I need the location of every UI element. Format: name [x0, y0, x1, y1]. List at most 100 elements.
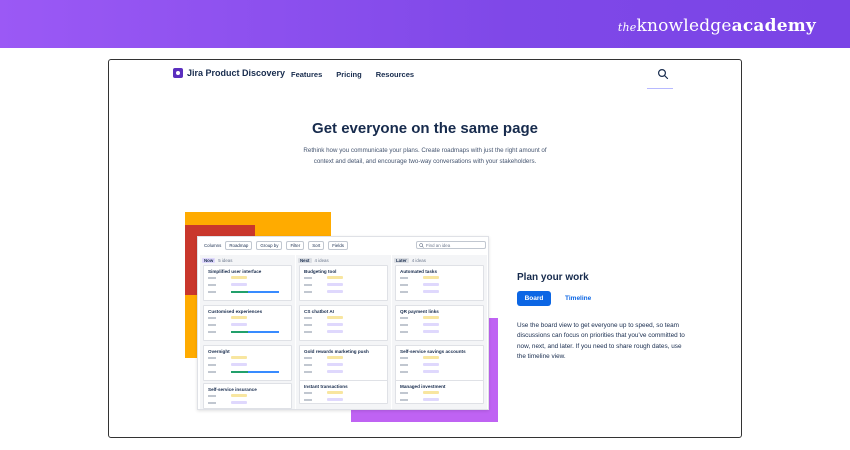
nav-link-pricing[interactable]: Pricing	[336, 70, 361, 79]
screenshot-frame: Jira Product Discovery Features Pricing …	[108, 59, 742, 438]
board-column-now: Now 5 ideas Simplified user interface Cust…	[200, 255, 295, 409]
section-description: Use the board view to get everyone up to…	[517, 322, 685, 360]
card-field-chip	[327, 290, 343, 293]
card-field-label-placeholder	[304, 277, 312, 279]
idea-card[interactable]: Gold rewards marketing push	[299, 345, 388, 381]
column-header: Next 4 ideas	[298, 257, 329, 264]
idea-card-title: Self-service insurance	[208, 387, 257, 392]
top-nav: Jira Product Discovery Features Pricing …	[109, 60, 741, 90]
idea-card[interactable]: Self-service insurance	[203, 383, 292, 409]
card-field-chip	[231, 356, 247, 359]
card-progress-bar	[231, 331, 279, 333]
card-field-chip	[327, 330, 343, 333]
idea-card[interactable]: Simplified user interface	[203, 265, 292, 301]
section-title: Plan your work	[517, 272, 589, 283]
idea-card-title: QR payment links	[400, 309, 439, 314]
card-field-label-placeholder	[208, 371, 216, 373]
jira-logo-link[interactable]: Jira Product Discovery	[173, 68, 285, 78]
idea-card[interactable]: Instant transactions	[299, 380, 388, 404]
card-field-label-placeholder	[400, 291, 408, 293]
idea-card[interactable]: Customised experiences	[203, 305, 292, 341]
card-field-label-placeholder	[208, 357, 216, 359]
brand-header-bar: theknowledgeacademy	[0, 0, 850, 48]
toolbar-sort[interactable]: Sort	[308, 241, 325, 250]
column-header: Now 5 ideas	[202, 257, 232, 264]
board-search-icon	[419, 243, 424, 248]
toolbar-group-by[interactable]: Group by	[256, 241, 283, 250]
board-mockup: Columns Roadmap Group by Filter Sort Fie…	[197, 236, 489, 410]
card-field-label-placeholder	[304, 357, 312, 359]
card-field-label-placeholder	[400, 284, 408, 286]
logo-text: Jira Product Discovery	[187, 68, 286, 78]
tab-board[interactable]: Board	[517, 291, 551, 306]
card-field-chip	[327, 363, 343, 366]
nav-underline	[647, 88, 673, 89]
idea-card-title: Customised experiences	[208, 309, 263, 314]
card-field-label-placeholder	[208, 291, 216, 293]
card-field-label-placeholder	[400, 371, 408, 373]
card-field-label-placeholder	[304, 371, 312, 373]
card-field-chip	[423, 323, 439, 326]
idea-card-title: Gold rewards marketing push	[304, 349, 369, 354]
card-field-label-placeholder	[304, 291, 312, 293]
card-field-chip	[327, 283, 343, 286]
idea-card[interactable]: Self-service savings accounts	[395, 345, 484, 381]
idea-card[interactable]: Managed investment	[395, 380, 484, 404]
card-field-label-placeholder	[304, 364, 312, 366]
toolbar-filter[interactable]: Filter	[286, 241, 305, 250]
card-field-chip	[231, 323, 247, 326]
card-field-chip	[423, 391, 439, 394]
card-field-chip	[423, 316, 439, 319]
toolbar-columns-label: Columns	[204, 243, 222, 248]
idea-card[interactable]: QR payment links	[395, 305, 484, 341]
column-header: Later 4 ideas	[394, 257, 426, 264]
card-field-chip	[423, 330, 439, 333]
card-field-chip	[423, 276, 439, 279]
knowledge-academy-logo: theknowledgeacademy	[618, 16, 816, 36]
card-field-label-placeholder	[304, 284, 312, 286]
column-count: 5 ideas	[218, 258, 233, 263]
idea-card[interactable]: Budgeting tool	[299, 265, 388, 301]
idea-card[interactable]: Overnight	[203, 345, 292, 381]
nav-links: Features Pricing Resources	[291, 70, 414, 79]
card-progress-fill	[231, 291, 279, 293]
card-field-label-placeholder	[208, 395, 216, 397]
toolbar-fields[interactable]: Fields	[328, 241, 348, 250]
brand-logo-knowledge: knowledge	[636, 16, 732, 36]
nav-link-features[interactable]: Features	[291, 70, 322, 79]
card-field-chip	[231, 276, 247, 279]
brand-logo-the: the	[617, 21, 637, 34]
board-column-later: Later 4 ideas Automated tasks QR payment l…	[392, 255, 487, 409]
card-field-chip	[423, 356, 439, 359]
board-column-next: Next 4 ideas Budgeting tool CS chatbot AI …	[296, 255, 391, 409]
nav-link-resources[interactable]: Resources	[376, 70, 414, 79]
card-field-label-placeholder	[304, 317, 312, 319]
idea-card-title: Managed investment	[400, 384, 446, 389]
idea-card[interactable]: Automated tasks	[395, 265, 484, 301]
card-field-label-placeholder	[400, 277, 408, 279]
column-name-chip: Next	[298, 258, 312, 263]
card-progress-bar	[231, 371, 279, 373]
board-search-input[interactable]: Find an idea	[416, 241, 486, 249]
idea-card-title: Instant transactions	[304, 384, 348, 389]
brand-logo-academy: academy	[731, 16, 816, 36]
board-toolbar: Columns Roadmap Group by Filter Sort Fie…	[204, 241, 348, 250]
search-icon[interactable]	[657, 68, 669, 80]
column-count: 4 ideas	[411, 258, 426, 263]
card-field-chip	[327, 398, 343, 401]
tab-timeline[interactable]: Timeline	[565, 295, 591, 302]
toolbar-roadmap-select[interactable]: Roadmap	[225, 241, 253, 250]
page-subtext: Rethink how you communicate your plans. …	[303, 147, 547, 165]
card-field-chip	[231, 283, 247, 286]
card-progress-fill	[231, 331, 279, 333]
card-field-chip	[327, 323, 343, 326]
card-field-label-placeholder	[400, 331, 408, 333]
card-field-label-placeholder	[208, 324, 216, 326]
idea-card-title: Simplified user interface	[208, 269, 262, 274]
card-field-label-placeholder	[208, 284, 216, 286]
card-field-label-placeholder	[208, 277, 216, 279]
card-field-label-placeholder	[208, 364, 216, 366]
idea-card[interactable]: CS chatbot AI	[299, 305, 388, 341]
card-field-label-placeholder	[304, 392, 312, 394]
card-field-chip	[327, 316, 343, 319]
